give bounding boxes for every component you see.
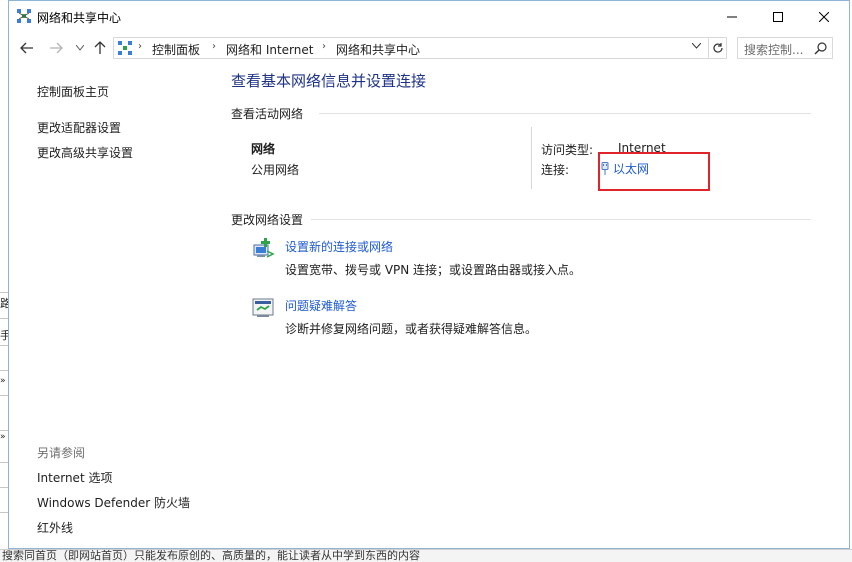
- network-icon: [118, 41, 132, 55]
- close-button[interactable]: [801, 1, 847, 32]
- network-profile-type: 公用网络: [251, 163, 300, 177]
- search-icon: [814, 42, 827, 55]
- troubleshoot-problems-description: 诊断并修复网络问题，或者获得疑难解答信息。: [285, 322, 538, 336]
- section-divider: [311, 219, 811, 220]
- up-arrow-icon: [94, 41, 106, 54]
- navigation-bar: › 控制面板 › 网络和 Internet › 网络和共享中心 搜索控制...: [9, 35, 849, 61]
- page-title: 查看基本网络信息并设置连接: [231, 72, 427, 90]
- background-chevron-icon: »: [0, 432, 6, 442]
- back-arrow-icon: [20, 42, 33, 54]
- network-icon: [17, 9, 31, 23]
- breadcrumb-network-internet[interactable]: 网络和 Internet: [226, 41, 313, 58]
- close-icon: [819, 11, 829, 22]
- back-button[interactable]: [18, 39, 36, 57]
- refresh-icon: [712, 43, 723, 53]
- sidebar-infrared[interactable]: 红外线: [37, 519, 73, 536]
- change-network-settings-heading: 更改网络设置: [231, 213, 304, 227]
- search-placeholder: 搜索控制...: [744, 43, 804, 57]
- window-title: 网络和共享中心: [37, 11, 122, 25]
- forward-arrow-icon: [50, 42, 63, 54]
- access-type-label: 访问类型:: [541, 143, 594, 157]
- troubleshoot-problems-link[interactable]: 问题疑难解答: [285, 297, 357, 314]
- address-bar[interactable]: › 控制面板 › 网络和 Internet › 网络和共享中心: [113, 37, 709, 59]
- recent-locations-button[interactable]: [71, 39, 89, 57]
- connection-label: 连接:: [541, 163, 570, 177]
- network-info-divider: [531, 127, 532, 189]
- chevron-down-icon: [691, 42, 702, 49]
- chevron-right-icon: ›: [138, 41, 142, 52]
- sidebar-change-adapter-settings[interactable]: 更改适配器设置: [37, 119, 121, 136]
- setup-new-connection-link[interactable]: 设置新的连接或网络: [285, 238, 393, 255]
- breadcrumb-network-sharing-center[interactable]: 网络和共享中心: [336, 41, 420, 58]
- breadcrumb-control-panel[interactable]: 控制面板: [152, 41, 200, 58]
- background-status-text: 搜索同首页（即网站首页）只能发布原创的、高质量的，能让读者从中学到东西的内容: [0, 549, 852, 562]
- see-also-header: 另请参阅: [37, 446, 86, 460]
- setup-new-connection-description: 设置宽带、拨号或 VPN 连接；或设置路由器或接入点。: [285, 263, 582, 277]
- up-button[interactable]: [91, 39, 109, 57]
- section-divider: [319, 113, 811, 114]
- minimize-icon: [727, 16, 737, 17]
- background-chevron-icon: »: [0, 376, 6, 386]
- sidebar-control-panel-home[interactable]: 控制面板主页: [37, 83, 109, 100]
- chevron-right-icon[interactable]: ›: [322, 41, 326, 52]
- sidebar-change-advanced-sharing[interactable]: 更改高级共享设置: [37, 144, 133, 161]
- sidebar-windows-defender-firewall[interactable]: Windows Defender 防火墙: [37, 494, 190, 511]
- network-sharing-center-window: 网络和共享中心 › 控制面板 › 网络和 Internet › 网络和共享中心 …: [8, 0, 850, 549]
- chevron-down-icon: [76, 45, 84, 51]
- troubleshoot-icon: [252, 298, 274, 317]
- title-bar[interactable]: 网络和共享中心: [9, 1, 849, 32]
- new-connection-icon: [253, 238, 275, 258]
- network-name: 网络: [251, 142, 276, 156]
- refresh-button[interactable]: [709, 37, 727, 59]
- maximize-icon: [773, 11, 783, 22]
- search-box[interactable]: 搜索控制...: [737, 37, 833, 59]
- forward-button[interactable]: [47, 39, 65, 57]
- sidebar-internet-options[interactable]: Internet 选项: [37, 469, 112, 486]
- chevron-right-icon[interactable]: ›: [212, 41, 216, 52]
- active-networks-heading: 查看活动网络: [231, 107, 304, 121]
- minimize-button[interactable]: [709, 1, 755, 32]
- maximize-button[interactable]: [755, 1, 801, 32]
- address-dropdown-button[interactable]: [691, 41, 702, 52]
- highlight-annotation-box: [598, 152, 710, 191]
